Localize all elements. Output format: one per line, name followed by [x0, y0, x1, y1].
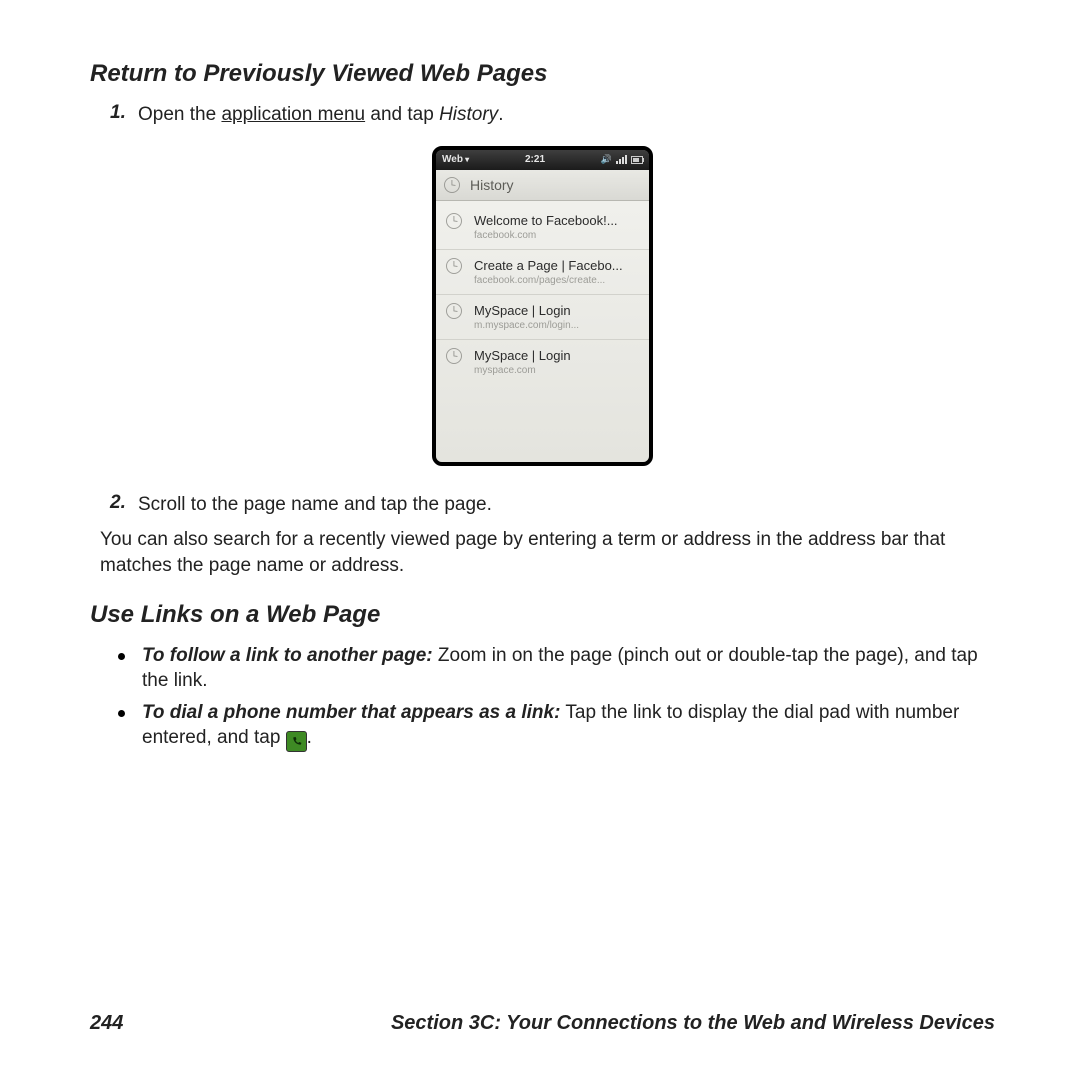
bullet-rest-b: . — [307, 727, 312, 748]
step-1-part-a: Open the — [138, 104, 221, 125]
section-title: Section 3C: Your Connections to the Web … — [123, 1012, 995, 1035]
battery-icon — [631, 156, 643, 164]
phone-screenshot: Web ▾ 2:21 🔊 History — [90, 146, 995, 466]
history-row[interactable]: Welcome to Facebook!... facebook.com — [436, 205, 649, 250]
history-row-url: m.myspace.com/login... — [474, 320, 579, 331]
phone-dial-icon — [286, 731, 307, 752]
wifi-icon: 🔊 — [601, 154, 612, 165]
page-number: 244 — [90, 1012, 123, 1035]
heading-return: Return to Previously Viewed Web Pages — [90, 60, 995, 88]
history-title-bar: History — [436, 170, 649, 201]
history-row-title: Welcome to Facebook!... — [474, 213, 618, 228]
history-row-url: facebook.com/pages/create... — [474, 275, 623, 286]
history-list: Welcome to Facebook!... facebook.com Cre… — [436, 201, 649, 462]
step-1: 1. Open the application menu and tap His… — [110, 102, 995, 128]
page-footer: 244 Section 3C: Your Connections to the … — [90, 1012, 995, 1035]
heading-links: Use Links on a Web Page — [90, 601, 995, 629]
clock-icon — [446, 258, 462, 274]
history-row[interactable]: Create a Page | Facebo... facebook.com/p… — [436, 250, 649, 295]
step-2-text: Scroll to the page name and tap the page… — [138, 492, 995, 518]
status-app: Web ▾ — [442, 154, 469, 165]
history-title: History — [470, 177, 514, 193]
history-row-url: facebook.com — [474, 230, 618, 241]
history-label: History — [439, 104, 498, 125]
history-row-title: Create a Page | Facebo... — [474, 258, 623, 273]
step-1-part-d: . — [498, 104, 503, 125]
status-time: 2:21 — [525, 154, 545, 165]
history-row-url: myspace.com — [474, 365, 571, 376]
clock-icon — [446, 213, 462, 229]
step-1-number: 1. — [110, 102, 138, 124]
bullet-follow-link: To follow a link to another page: Zoom i… — [118, 643, 995, 694]
bullet-lead: To follow a link to another page: — [142, 645, 433, 666]
app-menu-link[interactable]: application menu — [221, 104, 365, 125]
history-row-title: MySpace | Login — [474, 348, 571, 363]
clock-icon — [444, 177, 460, 193]
signal-icon — [616, 155, 627, 164]
step-1-part-b: and tap — [365, 104, 439, 125]
history-row[interactable]: MySpace | Login myspace.com — [436, 340, 649, 384]
bullet-dial-link: To dial a phone number that appears as a… — [118, 700, 995, 753]
phone-frame: Web ▾ 2:21 🔊 History — [432, 146, 653, 466]
history-row[interactable]: MySpace | Login m.myspace.com/login... — [436, 295, 649, 340]
bullet-lead: To dial a phone number that appears as a… — [142, 702, 560, 723]
step-2: 2. Scroll to the page name and tap the p… — [110, 492, 995, 518]
step-2-number: 2. — [110, 492, 138, 514]
clock-icon — [446, 348, 462, 364]
search-hint-paragraph: You can also search for a recently viewe… — [100, 527, 995, 578]
history-row-title: MySpace | Login — [474, 303, 579, 318]
clock-icon — [446, 303, 462, 319]
links-bullet-list: To follow a link to another page: Zoom i… — [118, 643, 995, 753]
step-1-text: Open the application menu and tap Histor… — [138, 102, 995, 128]
status-bar: Web ▾ 2:21 🔊 — [436, 150, 649, 170]
